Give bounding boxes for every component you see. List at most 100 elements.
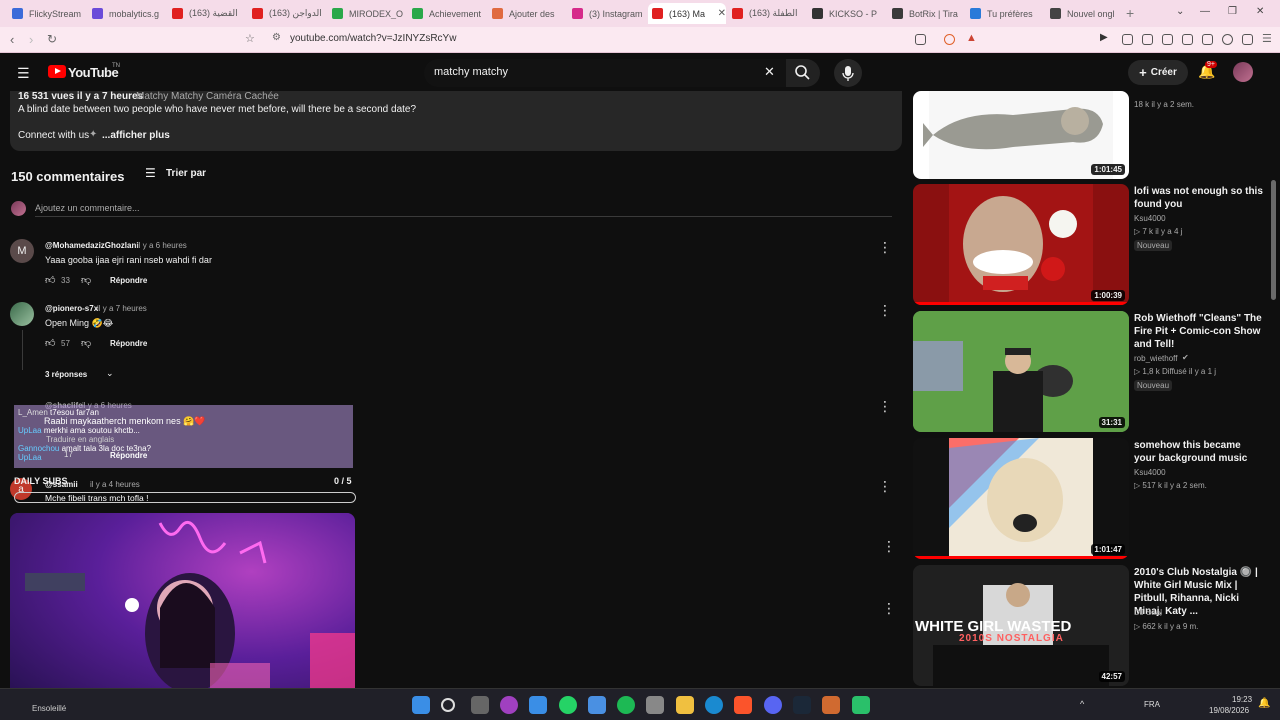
browser-tab[interactable]: BotRix | Tira (888, 3, 966, 24)
search-button[interactable] (786, 59, 820, 87)
sidebar-icon[interactable] (1182, 34, 1193, 45)
leo-icon[interactable] (1222, 34, 1233, 45)
spotify-icon[interactable] (617, 696, 635, 714)
create-button[interactable]: + Créer (1128, 60, 1188, 85)
close-window-icon[interactable]: ✕ (1256, 6, 1264, 17)
dislike-icon[interactable]: 👎︎ (81, 274, 91, 286)
sort-icon[interactable]: ☰ (145, 166, 156, 180)
browser-tab[interactable]: FlickyStream (8, 3, 86, 24)
video-thumbnail[interactable]: 1:01:45 (913, 91, 1129, 179)
browser-tab[interactable]: (163) القضية (168, 3, 246, 24)
video-title[interactable]: somehow this became your background musi… (1134, 439, 1264, 465)
more-actions-icon[interactable]: ⋮ (878, 239, 892, 256)
whatsapp-icon[interactable] (559, 696, 577, 714)
brave-shield-icon[interactable] (944, 34, 955, 45)
like-icon[interactable]: 👍︎ (45, 337, 55, 349)
comment-time[interactable]: il y a 4 heures (90, 480, 140, 489)
reply-button[interactable]: Répondre (110, 339, 147, 348)
reply-button[interactable]: Répondre (110, 276, 147, 285)
voice-search-button[interactable] (834, 59, 862, 87)
notification-center-icon[interactable]: 🔔 (1258, 698, 1270, 709)
browser-tab[interactable]: MIRODEX_O (328, 3, 406, 24)
channel-name[interactable]: Ksu4000 (1134, 468, 1166, 477)
app-icon[interactable] (646, 696, 664, 714)
close-tab-icon[interactable]: ✕ (718, 8, 726, 19)
wallet-icon[interactable] (1202, 34, 1213, 45)
clock-date[interactable]: 19/08/2026 (1209, 706, 1249, 715)
comment-translate-link[interactable]: Traduire en anglais (46, 435, 205, 444)
hamburger-icon[interactable]: ☰ (17, 65, 30, 82)
browser-tab[interactable]: Tu préfères (966, 3, 1044, 24)
replies-toggle[interactable]: 3 réponses (45, 370, 87, 379)
puzzle-icon[interactable] (1162, 34, 1173, 45)
video-title[interactable]: Rob Wiethoff "Cleans" The Fire Pit + Com… (1134, 312, 1264, 351)
video-thumbnail[interactable]: 1:00:39 (913, 184, 1129, 305)
show-more-link[interactable]: ...afficher plus (102, 130, 170, 141)
discord-icon[interactable] (764, 696, 782, 714)
more-actions-icon[interactable]: ⋮ (878, 398, 892, 415)
dislike-icon[interactable]: 👎︎ (81, 337, 91, 349)
address-input[interactable]: youtube.com/watch?v=JzINYZsRcYw (290, 33, 456, 44)
chevron-down-icon[interactable]: ⌄ (106, 368, 114, 379)
video-thumbnail[interactable]: 1:01:47 (913, 438, 1129, 559)
site-info-icon[interactable]: ⚙ (272, 32, 281, 43)
add-comment-input[interactable]: Ajoutez un commentaire... (35, 203, 140, 213)
clock-time[interactable]: 19:23 (1232, 695, 1252, 704)
browser-tab[interactable]: KICKSO - P (808, 3, 886, 24)
brave-rewards-icon[interactable]: ▲ (966, 32, 977, 44)
app-icon[interactable] (500, 696, 518, 714)
app-icon[interactable] (588, 696, 606, 714)
browser-tab[interactable]: (163) Ma ✕ (648, 3, 726, 24)
sort-button[interactable]: Trier par (166, 168, 206, 179)
channel-name[interactable]: DJ Saal (1134, 608, 1162, 617)
new-tab-icon[interactable]: + (1126, 5, 1134, 21)
browser-tab[interactable]: (163) الطفلة (728, 3, 806, 24)
page-scrollbar[interactable] (1271, 180, 1276, 300)
description-tags[interactable]: Matchy Matchy Caméra Cachée (136, 91, 279, 102)
comment-time[interactable]: il y a 7 heures (97, 304, 147, 313)
tray-chevron-icon[interactable]: ^ (1080, 699, 1084, 709)
app-icon[interactable] (822, 696, 840, 714)
steam-icon[interactable] (793, 696, 811, 714)
comment-avatar[interactable] (10, 302, 34, 326)
video-thumbnail[interactable]: WHITE GIRL WASTED 2010S NOSTALGIA 42:57 (913, 565, 1129, 686)
youtube-logo-icon[interactable] (48, 65, 66, 78)
browser-tab[interactable]: (3) Instagram (568, 3, 646, 24)
menu-icon[interactable]: ☰ (1262, 32, 1272, 45)
weather-label[interactable]: Ensoleillé (32, 704, 66, 713)
task-view-icon[interactable] (471, 696, 489, 714)
video-description[interactable]: 16 531 vues il y a 7 heures Matchy Match… (10, 91, 902, 151)
channel-name[interactable]: Ksu4000 (1134, 214, 1166, 223)
browser-tab[interactable]: (163) الدواجن (248, 3, 326, 24)
comment-time[interactable]: il y a 6 heures (137, 241, 187, 250)
tab-share-icon[interactable] (915, 34, 926, 45)
more-actions-icon[interactable]: ⋮ (878, 478, 892, 495)
bookmark-icon[interactable]: ☆ (245, 32, 255, 45)
back-icon[interactable]: ‹ (10, 32, 14, 47)
youtube-logo-text[interactable]: YouTube (68, 65, 119, 80)
edge-icon[interactable] (705, 696, 723, 714)
browser-tab[interactable]: Nouvel ongl (1046, 3, 1124, 24)
browser-tab[interactable]: Ajouter des (488, 3, 566, 24)
extension-icon[interactable] (1142, 34, 1153, 45)
browser-tab[interactable]: mobalytics.g (88, 3, 166, 24)
reply-button[interactable]: Répondre (110, 451, 147, 460)
minimize-icon[interactable]: — (1200, 6, 1210, 17)
comment-author[interactable]: @pionero-s7x (45, 304, 98, 313)
comment-author[interactable]: @MohamedazizGhozlani (45, 241, 139, 250)
more-actions-icon[interactable]: ⋮ (878, 302, 892, 319)
like-icon[interactable]: 👍︎ (45, 274, 55, 286)
play-icon[interactable]: ▶ (1100, 32, 1108, 43)
channel-name[interactable]: rob_wiethoff (1134, 354, 1177, 363)
video-thumbnail[interactable]: 31:31 (913, 311, 1129, 432)
extension-icon[interactable] (1122, 34, 1133, 45)
app-icon[interactable] (852, 696, 870, 714)
account-avatar[interactable] (1233, 62, 1253, 82)
tab-search-icon[interactable]: ⌄ (1176, 6, 1184, 17)
restore-icon[interactable]: ❐ (1228, 6, 1237, 17)
vpn-icon[interactable] (1242, 34, 1253, 45)
comment-avatar[interactable]: M (10, 239, 34, 263)
clear-search-icon[interactable]: ✕ (764, 64, 775, 80)
reload-icon[interactable]: ↻ (47, 32, 57, 46)
app-icon[interactable] (529, 696, 547, 714)
